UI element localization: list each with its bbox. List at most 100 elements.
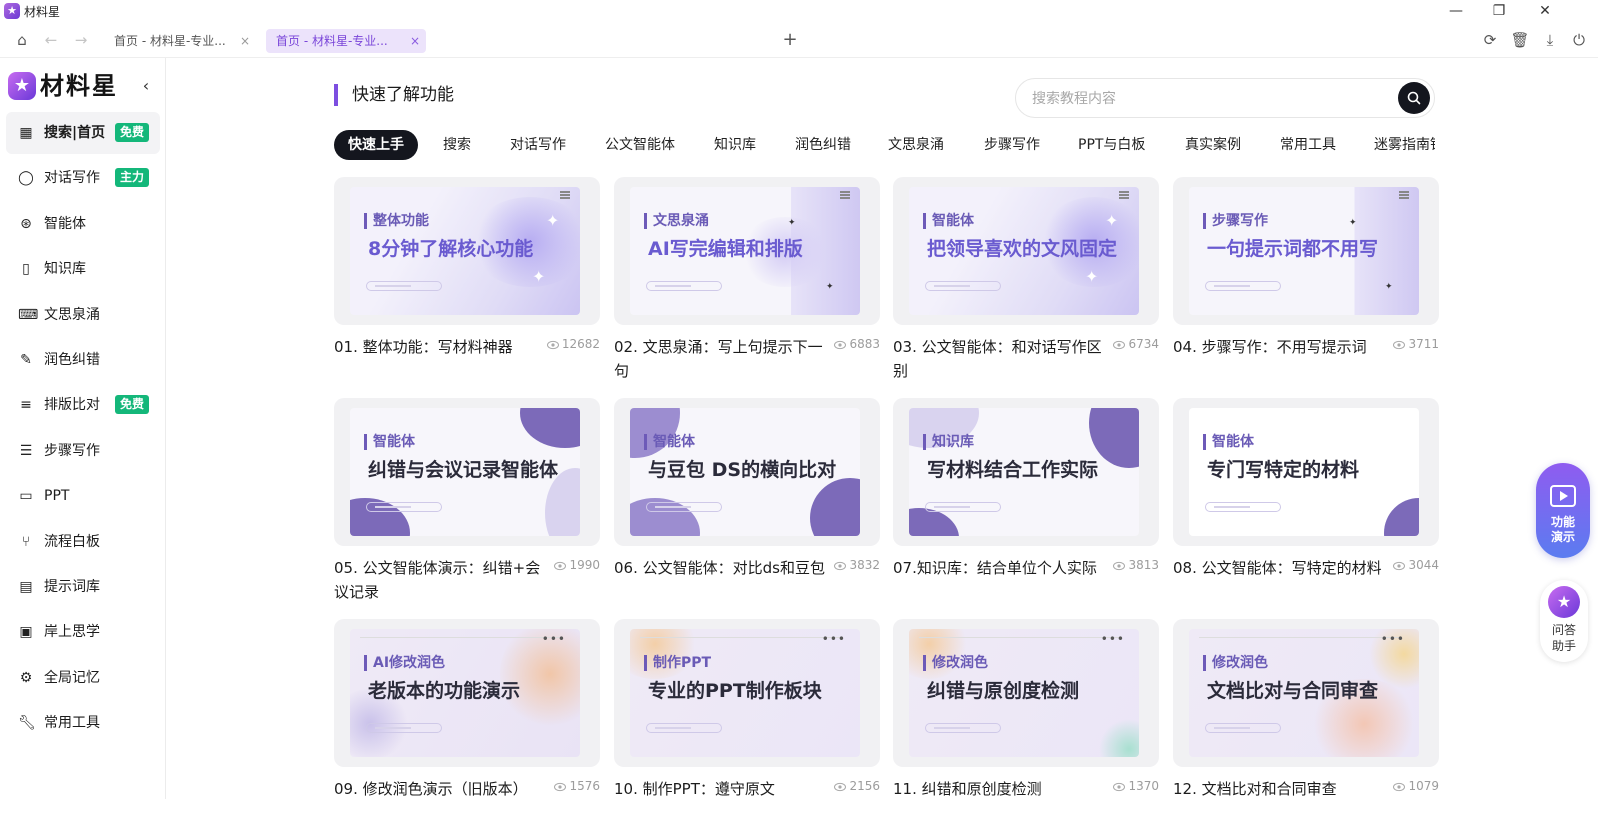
new-tab-button[interactable]: + (780, 30, 800, 50)
search-button[interactable] (1398, 82, 1430, 114)
thumbnail-pill (925, 502, 1001, 512)
tutorial-card-03[interactable]: ✦ ✦ 智能体 把领导喜欢的文风固定 03. 公文智能体：和对话写作区别 673… (893, 177, 1159, 387)
tutorial-card-05[interactable]: 智能体 纠错与会议记录智能体 05. 公文智能体演示：纠错+会议记录 1990 (334, 398, 600, 608)
category-tools[interactable]: 常用工具 (1280, 130, 1336, 160)
thumbnail-tag: 修改润色 (1203, 655, 1268, 671)
sidebar-item-inspiration[interactable]: ⌨ 文思泉涌 (6, 294, 160, 336)
search-box (1015, 78, 1435, 118)
thumbnail-pill (366, 281, 442, 291)
card-thumbnail: 智能体 与豆包 DS的横向比对 (630, 408, 860, 536)
tutorial-card-12[interactable]: ••• 修改润色 文档比对与合同审查 12. 文档比对和合同审查 1079 (1173, 619, 1439, 829)
view-count: 6883 (834, 335, 880, 353)
tab-label: 首页 - 材料星-专业... (276, 34, 388, 48)
more-dots-icon: ••• (821, 632, 846, 646)
thumbnail-headline: 老版本的功能演示 (368, 680, 521, 702)
category-real-cases[interactable]: 真实案例 (1185, 130, 1241, 160)
tutorial-card-07[interactable]: 知识库 写材料结合工作实际 07.知识库：结合单位个人实际 3813 (893, 398, 1159, 608)
sidebar-item-label: 搜索|首页 (44, 125, 106, 141)
feature-demo-label: 功能演示 (1536, 515, 1590, 545)
more-dots-icon: ••• (1380, 632, 1405, 646)
refresh-icon[interactable]: ⟳ (1480, 30, 1500, 50)
category-polish[interactable]: 润色纠错 (795, 130, 851, 160)
tab-close-icon[interactable]: × (410, 29, 420, 53)
sidebar-item-layout-compare[interactable]: ≡ 排版比对 免费 (6, 384, 160, 426)
minimize-icon[interactable]: — (1446, 1, 1466, 21)
more-dots-icon: ••• (1100, 632, 1125, 646)
tutorial-card-11[interactable]: ••• 修改润色 纠错与原创度检测 11. 纠错和原创度检测 1370 (893, 619, 1159, 829)
sidebar-item-polish[interactable]: ✎ 润色纠错 (6, 339, 160, 381)
sidebar-item-chat-writing[interactable]: ◯ 对话写作 主力 (6, 157, 160, 199)
thumbnail-headline: 文档比对与合同审查 (1207, 680, 1379, 702)
view-count: 1079 (1393, 777, 1439, 795)
sidebar-item-label: 岸上思学 (44, 624, 100, 641)
collapse-sidebar-icon[interactable]: ‹ (138, 76, 154, 96)
sidebar-item-step-writing[interactable]: ☰ 步骤写作 (6, 430, 160, 472)
category-inspiration[interactable]: 文思泉涌 (888, 130, 944, 160)
category-chat-writing[interactable]: 对话写作 (510, 130, 566, 160)
category-fog-compass[interactable]: 迷雾指南针 (1374, 130, 1435, 160)
card-thumbnail: 智能体 纠错与会议记录智能体 (350, 408, 580, 536)
thumbnail-pill (366, 723, 442, 733)
category-quick-start[interactable]: 快速上手 (334, 130, 418, 160)
tutorial-card-06[interactable]: 智能体 与豆包 DS的横向比对 06. 公文智能体：对比ds和豆包 3832 (614, 398, 880, 608)
sidebar-item-prompt-library[interactable]: ▤ 提示词库 (6, 566, 160, 608)
category-ppt-whiteboard[interactable]: PPT与白板 (1078, 130, 1145, 160)
thumbnail-tag: 智能体 (644, 434, 695, 450)
card-thumbnail-frame: ••• AI修改润色 老版本的功能演示 (334, 619, 600, 767)
trash-icon[interactable]: 🗑︎ (1510, 30, 1530, 50)
card-thumbnail: ✦ ✦ 文思泉涌 AI写完编辑和排版 (630, 187, 860, 315)
sidebar-item-knowledge-base[interactable]: ▯ 知识库 (6, 248, 160, 290)
restore-icon[interactable]: ❐ (1489, 1, 1509, 21)
view-count: 1370 (1113, 777, 1159, 795)
view-count: 3813 (1113, 556, 1159, 574)
category-search[interactable]: 搜索 (443, 130, 471, 160)
sidebar-item-label: 步骤写作 (44, 442, 100, 459)
qa-assistant-button[interactable]: ★ 问答助手 (1540, 580, 1588, 662)
power-icon[interactable]: ⏻ (1569, 30, 1589, 50)
tutorial-card-04[interactable]: ✦ ✦ 步骤写作 一句提示词都不用写 04. 步骤写作：不用写提示词 3711 (1173, 177, 1439, 387)
category-official-agent[interactable]: 公文智能体 (605, 130, 675, 160)
sidebar-item-tools[interactable]: 🔧︎ 常用工具 (6, 702, 160, 744)
sidebar-item-learning[interactable]: ▣ 岸上思学 (6, 611, 160, 653)
search-input[interactable] (1032, 88, 1372, 110)
tutorial-card-02[interactable]: ✦ ✦ 文思泉涌 AI写完编辑和排版 02. 文思泉涌：写上句提示下一句 688… (614, 177, 880, 387)
tutorial-card-08[interactable]: 智能体 专门写特定的材料 08. 公文智能体：写特定的材料 3044 (1173, 398, 1439, 608)
thumbnail-tag: AI修改润色 (364, 655, 445, 671)
sidebar-item-flow-whiteboard[interactable]: ⑂ 流程白板 (6, 521, 160, 563)
thumbnail-headline: AI写完编辑和排版 (648, 238, 803, 260)
close-window-icon[interactable]: ✕ (1535, 1, 1555, 21)
video-play-icon (1550, 485, 1576, 507)
tab-close-icon[interactable]: × (240, 29, 250, 53)
sidebar-item-global-memory[interactable]: ⚙ 全局记忆 (6, 657, 160, 699)
brand-star-icon: ★ (8, 72, 36, 100)
thumbnail-pill (1205, 281, 1281, 291)
card-thumbnail: ••• 修改润色 文档比对与合同审查 (1189, 629, 1419, 757)
tutorial-card-10[interactable]: ••• 制作PPT 专业的PPT制作板块 10. 制作PPT：遵守原文 2156 (614, 619, 880, 829)
thumbnail-tag: 修改润色 (923, 655, 988, 671)
home-icon[interactable]: ⌂ (12, 30, 32, 50)
sidebar-item-ppt[interactable]: ▭ PPT (6, 475, 160, 517)
menu-icon (1399, 191, 1409, 199)
tutorial-card-09[interactable]: ••• AI修改润色 老版本的功能演示 09. 修改润色演示（旧版本） 1576 (334, 619, 600, 829)
tab-home-2[interactable]: 首页 - 材料星-专业... × (266, 29, 426, 53)
category-knowledge-base[interactable]: 知识库 (714, 130, 756, 160)
download-icon[interactable]: ⤓ (1540, 30, 1560, 50)
eye-icon (1393, 340, 1406, 350)
sidebar: ★ 材料星 ‹ ▦ 搜索|首页 免费 ◯ 对话写作 主力 ⊛ 智能体 ▯ 知识库… (0, 58, 166, 799)
tutorial-card-01[interactable]: ✦ ✦ 整体功能 8分钟了解核心功能 01. 整体功能：写材料神器 12682 (334, 177, 600, 387)
view-count: 1576 (554, 777, 600, 795)
flow-icon: ⑂ (21, 533, 31, 550)
card-title: 07.知识库：结合单位个人实际 (893, 559, 1097, 577)
forward-icon[interactable]: → (71, 30, 91, 50)
thumbnail-tag: 文思泉涌 (644, 213, 709, 229)
feature-demo-button[interactable]: 功能演示 (1536, 463, 1590, 558)
back-icon[interactable]: ← (41, 30, 61, 50)
tab-home-1[interactable]: 首页 - 材料星-专业... × (104, 29, 256, 53)
assistant-avatar-icon: ★ (1548, 586, 1580, 618)
category-step-writing[interactable]: 步骤写作 (984, 130, 1040, 160)
thumbnail-pill (925, 723, 1001, 733)
sidebar-item-agent[interactable]: ⊛ 智能体 (6, 203, 160, 245)
sidebar-item-search-home[interactable]: ▦ 搜索|首页 免费 (6, 112, 160, 154)
sidebar-item-label: 排版比对 (44, 397, 100, 414)
thumbnail-divider (640, 637, 840, 639)
